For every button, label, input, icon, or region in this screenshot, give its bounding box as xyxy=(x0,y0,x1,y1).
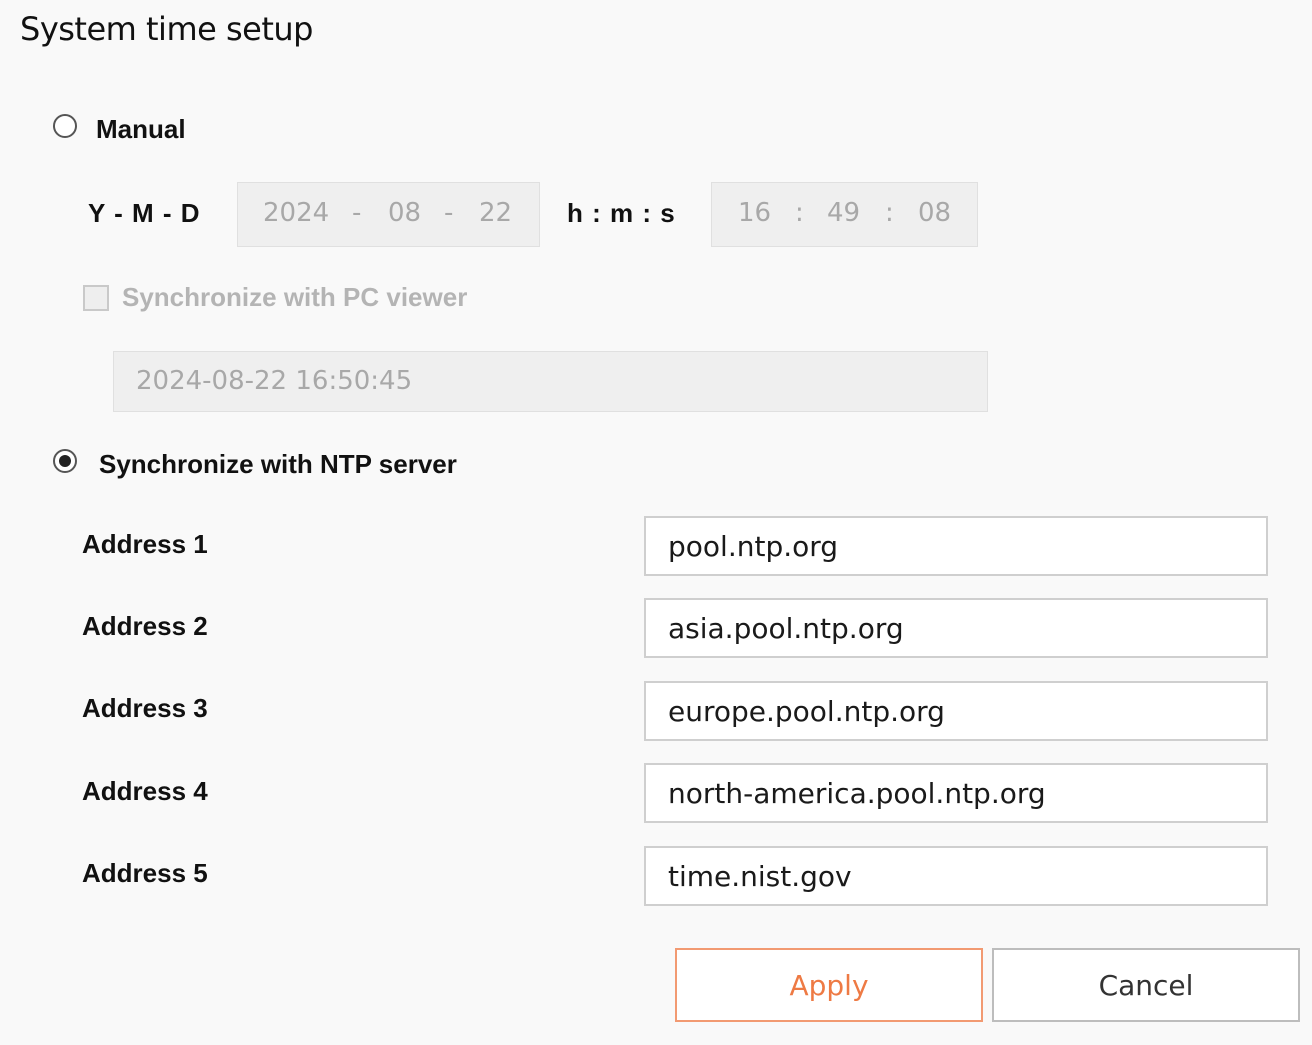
minute-value[interactable]: 49 xyxy=(827,198,860,228)
date-separator: - xyxy=(444,198,454,228)
ntp-label: Synchronize with NTP server xyxy=(99,449,457,479)
address-3-label: Address 3 xyxy=(82,693,208,723)
address-5-label: Address 5 xyxy=(82,858,208,888)
address-4-input[interactable] xyxy=(644,763,1268,823)
manual-label: Manual xyxy=(96,114,186,144)
year-value[interactable]: 2024 xyxy=(263,198,329,228)
pc-time-field: 2024-08-22 16:50:45 xyxy=(113,351,988,412)
address-3-input[interactable] xyxy=(644,681,1268,741)
ntp-radio[interactable] xyxy=(53,449,77,473)
address-2-label: Address 2 xyxy=(82,611,208,641)
sync-pc-label: Synchronize with PC viewer xyxy=(122,282,468,312)
manual-radio[interactable] xyxy=(53,114,77,138)
pc-time-value: 2024-08-22 16:50:45 xyxy=(136,366,413,396)
apply-button[interactable]: Apply xyxy=(675,948,983,1022)
second-value[interactable]: 08 xyxy=(918,198,951,228)
time-separator: : xyxy=(885,198,894,228)
time-field[interactable]: 16 : 49 : 08 xyxy=(711,182,978,247)
address-5-input[interactable] xyxy=(644,846,1268,906)
address-4-label: Address 4 xyxy=(82,776,208,806)
date-field[interactable]: 2024 - 08 - 22 xyxy=(237,182,540,247)
address-1-input[interactable] xyxy=(644,516,1268,576)
date-format-label: Y - M - D xyxy=(88,198,200,228)
address-2-input[interactable] xyxy=(644,598,1268,658)
month-value[interactable]: 08 xyxy=(388,198,421,228)
date-separator: - xyxy=(352,198,362,228)
page-title: System time setup xyxy=(20,10,313,48)
address-1-label: Address 1 xyxy=(82,529,208,559)
sync-pc-checkbox[interactable] xyxy=(83,285,109,311)
time-separator: : xyxy=(795,198,804,228)
cancel-button[interactable]: Cancel xyxy=(992,948,1300,1022)
hour-value[interactable]: 16 xyxy=(738,198,771,228)
day-value[interactable]: 22 xyxy=(479,198,512,228)
time-format-label: h : m : s xyxy=(567,198,675,228)
